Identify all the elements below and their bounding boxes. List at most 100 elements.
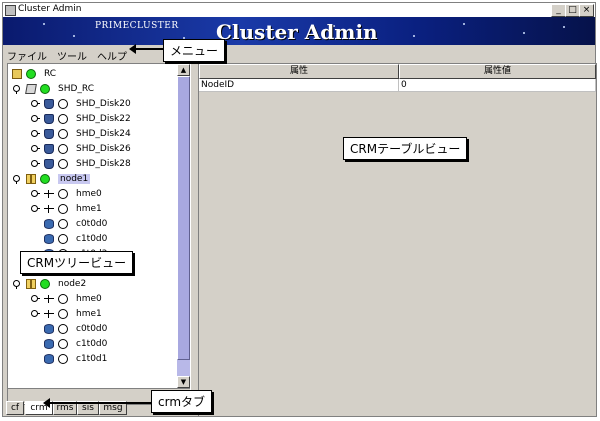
tree-item[interactable]: c0t0d0: [8, 322, 176, 337]
tab-callout: crmタブ: [151, 390, 213, 413]
menu-file[interactable]: ファイル: [7, 48, 47, 63]
rc-icon: [12, 69, 22, 79]
expand-closed-icon[interactable]: [30, 100, 40, 108]
status-unknown-icon: [58, 354, 68, 364]
expand-closed-icon[interactable]: [30, 295, 40, 303]
tree-item-label: node2: [58, 279, 87, 289]
tree-item-label: SHD_Disk26: [76, 144, 131, 154]
cluster-admin-window: Cluster Admin _ □ × PRIMECLUSTER Cluster…: [2, 2, 597, 417]
tree-item-label: node1: [58, 174, 91, 184]
status-unknown-icon: [58, 129, 68, 139]
tree-item-label: hme1: [76, 204, 102, 214]
scroll-up-icon[interactable]: ▲: [177, 64, 190, 76]
status-online-icon: [26, 69, 36, 79]
status-unknown-icon: [58, 159, 68, 169]
tree-item-label: c1t0d0: [76, 339, 108, 349]
menu-callout: メニュー: [163, 39, 226, 62]
expand-closed-icon[interactable]: [30, 310, 40, 318]
status-unknown-icon: [58, 189, 68, 199]
cell-value: 0: [399, 79, 596, 92]
maximize-button[interactable]: □: [565, 4, 580, 17]
tree-item-label: c0t0d0: [76, 219, 108, 229]
node-icon: [26, 279, 36, 289]
tree-item[interactable]: hme0: [8, 292, 176, 307]
tree-item-label: c1t0d1: [76, 354, 108, 364]
shared-resource-icon: [25, 84, 37, 94]
scroll-thumb[interactable]: [177, 76, 190, 360]
expand-closed-icon[interactable]: [30, 205, 40, 213]
tree-item-label: SHD_Disk28: [76, 159, 131, 169]
shared-disk-icon: [44, 99, 54, 109]
tree: RC SHD_RC SHD_Disk20 SHD_Disk22 SHD_Disk24 SH…: [8, 64, 176, 388]
disk-icon: [44, 234, 54, 244]
shared-disk-icon: [44, 144, 54, 154]
disk-icon: [44, 219, 54, 229]
title-bar[interactable]: Cluster Admin _ □ ×: [3, 3, 595, 17]
crm-tree-view[interactable]: RC SHD_RC SHD_Disk20 SHD_Disk22 SHD_Disk24 SH…: [7, 63, 192, 405]
shared-disk-icon: [44, 129, 54, 139]
tree-item-label: c1t0d0: [76, 234, 108, 244]
table-header: 属性 属性値: [199, 64, 596, 79]
tree-item[interactable]: c1t0d0: [8, 232, 176, 247]
column-header-attribute[interactable]: 属性: [199, 64, 399, 79]
tree-item[interactable]: SHD_Disk26: [8, 142, 176, 157]
tree-item[interactable]: c1t0d0: [8, 337, 176, 352]
expand-closed-icon[interactable]: [30, 115, 40, 123]
tree-item[interactable]: SHD_Disk28: [8, 157, 176, 172]
status-unknown-icon: [58, 294, 68, 304]
pane-splitter[interactable]: [191, 63, 197, 403]
tree-item[interactable]: SHD_Disk22: [8, 112, 176, 127]
tree-callout: CRMツリービュー: [20, 251, 134, 274]
product-banner: PRIMECLUSTER Cluster Admin: [3, 17, 595, 45]
tree-item[interactable]: node1: [8, 172, 176, 187]
expand-open-icon[interactable]: [12, 85, 20, 94]
status-online-icon: [40, 174, 50, 184]
status-unknown-icon: [58, 339, 68, 349]
expand-closed-icon[interactable]: [30, 130, 40, 138]
status-unknown-icon: [58, 114, 68, 124]
tree-item[interactable]: hme1: [8, 307, 176, 322]
tree-item[interactable]: SHD_Disk24: [8, 127, 176, 142]
expand-closed-icon[interactable]: [30, 145, 40, 153]
tree-item[interactable]: c1t0d1: [8, 352, 176, 367]
menu-tools[interactable]: ツール: [57, 48, 87, 63]
expand-closed-icon[interactable]: [30, 190, 40, 198]
status-unknown-icon: [58, 99, 68, 109]
cell-attribute: NodeID: [199, 79, 399, 92]
close-button[interactable]: ×: [579, 4, 594, 17]
menu-bar: ファイル ツール ヘルプ: [3, 45, 595, 63]
column-header-value[interactable]: 属性値: [399, 64, 596, 79]
tree-item-label: SHD_Disk22: [76, 114, 131, 124]
banner-title: Cluster Admin: [216, 20, 378, 44]
minimize-button[interactable]: _: [551, 4, 566, 17]
node-icon: [26, 174, 36, 184]
tree-item[interactable]: SHD_Disk20: [8, 97, 176, 112]
tree-item-label: c0t0d0: [76, 324, 108, 334]
table-callout: CRMテーブルビュー: [343, 137, 468, 160]
tree-item-label: RC: [44, 69, 57, 79]
tree-item[interactable]: hme1: [8, 202, 176, 217]
tree-item[interactable]: node2: [8, 277, 176, 292]
shared-disk-icon: [44, 159, 54, 169]
tree-item[interactable]: c0t0d0: [8, 217, 176, 232]
tree-item[interactable]: RC: [8, 67, 176, 82]
tree-item[interactable]: SHD_RC: [8, 82, 176, 97]
status-unknown-icon: [58, 309, 68, 319]
disk-icon: [44, 324, 54, 334]
expand-open-icon[interactable]: [12, 280, 20, 289]
scroll-down-icon[interactable]: ▼: [177, 376, 190, 388]
menu-callout-arrow: [129, 44, 163, 54]
status-unknown-icon: [58, 204, 68, 214]
tree-vertical-scrollbar[interactable]: ▲ ▼: [177, 64, 190, 388]
disk-icon: [44, 354, 54, 364]
menu-help[interactable]: ヘルプ: [97, 48, 127, 63]
expand-closed-icon[interactable]: [30, 160, 40, 168]
tree-item[interactable]: hme0: [8, 187, 176, 202]
tab-cf[interactable]: cf: [6, 401, 24, 415]
expand-open-icon[interactable]: [12, 175, 20, 184]
network-icon: [44, 294, 54, 304]
network-icon: [44, 204, 54, 214]
network-icon: [44, 309, 54, 319]
table-row[interactable]: NodeID 0: [199, 79, 596, 92]
tree-item-label: SHD_RC: [58, 84, 94, 94]
